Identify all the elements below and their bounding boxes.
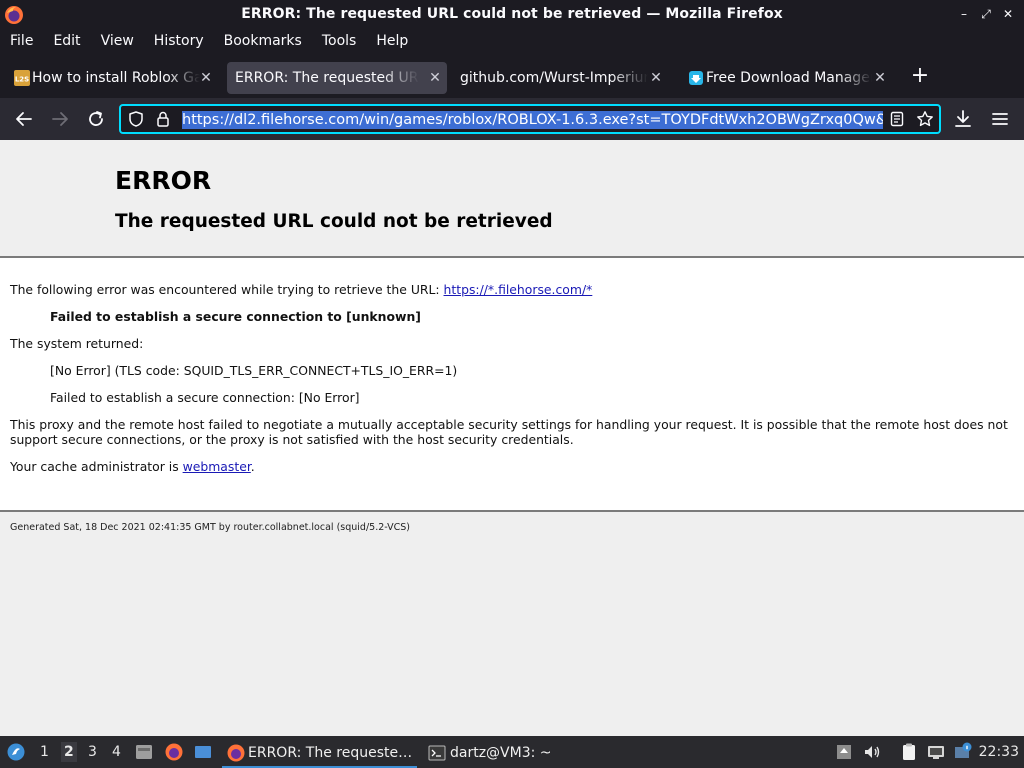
svg-text:L2S: L2S <box>15 76 29 84</box>
menu-bar: File Edit View History Bookmarks Tools H… <box>0 30 1024 56</box>
tab-strip: L2S How to install Roblox Game ✕ ERROR: … <box>0 56 1024 98</box>
shield-icon[interactable] <box>127 110 145 128</box>
error-url-link[interactable]: https://*.filehorse.com/* <box>444 282 593 297</box>
menu-history[interactable]: History <box>144 30 214 56</box>
tab-github-wurst[interactable]: github.com/Wurst-Imperium ✕ <box>452 62 668 94</box>
error-failed-message: Failed to establish a secure connection … <box>50 309 421 324</box>
error-intro: The following error was encountered whil… <box>10 282 592 297</box>
minimize-icon[interactable]: – <box>954 4 974 24</box>
terminal-icon <box>428 745 446 761</box>
tls-code-text: [No Error] (TLS code: SQUID_TLS_ERR_CONN… <box>50 363 458 378</box>
updates-tray-icon[interactable] <box>834 742 854 762</box>
task-label: ERROR: The requeste… <box>248 745 413 761</box>
start-menu-icon[interactable] <box>6 742 26 762</box>
menu-file[interactable]: File <box>0 30 43 56</box>
failed-detail-text: Failed to establish a secure connection:… <box>50 390 360 405</box>
url-text[interactable]: https://dl2.filehorse.com/win/games/robl… <box>182 111 883 129</box>
workspace-3[interactable]: 3 <box>88 744 97 760</box>
firefox-launcher-icon[interactable] <box>164 742 184 762</box>
tab-close-icon[interactable]: ✕ <box>872 62 888 94</box>
back-arrow-icon[interactable] <box>12 107 36 131</box>
taskbar: 1 2 3 4 ERROR: The requeste… dartz@VM3: … <box>0 736 1024 768</box>
file-manager-icon[interactable] <box>134 742 154 762</box>
clipboard-icon[interactable] <box>899 742 919 762</box>
tab-free-download-manager[interactable]: Free Download Manager ✕ <box>678 62 892 94</box>
clock: 22:33 <box>978 744 1019 760</box>
tab-close-icon[interactable]: ✕ <box>427 62 443 94</box>
tab-label: Free Download Manager <box>706 70 872 86</box>
cache-admin-line: Your cache administrator is webmaster. <box>10 459 255 474</box>
error-heading: ERROR <box>115 166 212 195</box>
task-terminal-window[interactable]: dartz@VM3: ~ <box>424 738 574 768</box>
tab-label: How to install Roblox Game <box>32 70 200 86</box>
new-tab-button[interactable]: + <box>906 62 934 90</box>
tab-label: ERROR: The requested URL could not be re… <box>235 70 419 86</box>
error-header: ERROR The requested URL could not be ret… <box>0 140 1024 258</box>
menu-view[interactable]: View <box>91 30 144 56</box>
reader-view-icon[interactable] <box>888 110 906 128</box>
maximize-icon[interactable]: ⤢ <box>976 4 996 24</box>
tab-close-icon[interactable]: ✕ <box>198 62 214 94</box>
firefox-icon <box>227 744 245 762</box>
task-firefox-window[interactable]: ERROR: The requeste… <box>222 738 417 768</box>
error-intro-text: The following error was encountered whil… <box>10 282 444 297</box>
system-returned-label: The system returned: <box>10 336 144 351</box>
fdm-favicon-icon <box>689 71 703 85</box>
error-subheading: The requested URL could not be retrieved <box>115 211 553 232</box>
workspace-4[interactable]: 4 <box>112 744 121 760</box>
bookmark-star-icon[interactable] <box>916 110 934 128</box>
download-icon[interactable] <box>951 107 975 131</box>
window-titlebar: ERROR: The requested URL could not be re… <box>0 0 1024 30</box>
menu-help[interactable]: Help <box>366 30 418 56</box>
hamburger-menu-icon[interactable] <box>988 107 1012 131</box>
tab-error-page[interactable]: ERROR: The requested URL could not be re… <box>227 62 447 94</box>
cache-admin-suffix: . <box>250 459 255 474</box>
tab-label: github.com/Wurst-Imperium <box>460 70 648 86</box>
close-icon[interactable]: ✕ <box>998 4 1018 24</box>
show-desktop-icon[interactable] <box>193 742 213 762</box>
menu-bookmarks[interactable]: Bookmarks <box>214 30 312 56</box>
menu-edit[interactable]: Edit <box>43 30 90 56</box>
page-footer: Generated Sat, 18 Dec 2021 02:41:35 GMT … <box>0 510 1024 736</box>
window-title: ERROR: The requested URL could not be re… <box>241 6 783 22</box>
task-label: dartz@VM3: ~ <box>450 745 552 761</box>
error-explanation: This proxy and the remote host failed to… <box>10 417 1008 447</box>
webmaster-link[interactable]: webmaster <box>183 459 251 474</box>
generated-info: Generated Sat, 18 Dec 2021 02:41:35 GMT … <box>10 522 410 533</box>
tab-roblox-install[interactable]: L2S How to install Roblox Game ✕ <box>4 62 218 94</box>
forward-arrow-icon[interactable] <box>48 107 72 131</box>
lock-icon[interactable] <box>154 110 172 128</box>
workspace-2[interactable]: 2 <box>61 742 77 762</box>
l2s-favicon-icon: L2S <box>14 70 30 86</box>
volume-icon[interactable] <box>862 742 882 762</box>
menu-tools[interactable]: Tools <box>312 30 367 56</box>
network-icon[interactable] <box>926 742 946 762</box>
page-content: ERROR The requested URL could not be ret… <box>0 140 1024 736</box>
url-bar[interactable]: https://dl2.filehorse.com/win/games/robl… <box>119 104 941 134</box>
workspace-1[interactable]: 1 <box>40 744 49 760</box>
tab-close-icon[interactable]: ✕ <box>648 62 664 94</box>
cache-admin-prefix: Your cache administrator is <box>10 459 183 474</box>
notification-info-icon[interactable] <box>953 742 973 762</box>
reload-icon[interactable] <box>84 107 108 131</box>
